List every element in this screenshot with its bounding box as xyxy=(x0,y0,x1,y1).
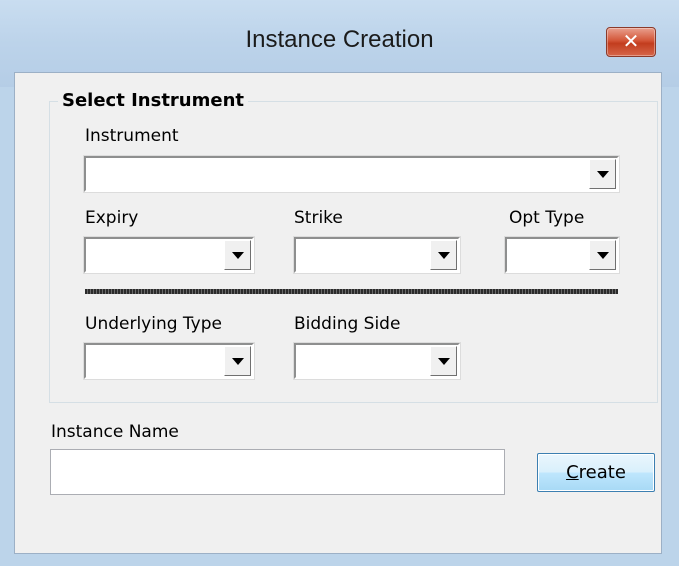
underlying-type-label: Underlying Type xyxy=(85,314,222,334)
opt-type-dropdown-button[interactable] xyxy=(589,240,616,270)
instrument-dropdown-button[interactable] xyxy=(589,159,616,189)
close-icon: ✕ xyxy=(622,29,640,53)
expiry-dropdown[interactable] xyxy=(84,237,254,273)
instrument-dropdown[interactable] xyxy=(84,156,619,192)
create-mnemonic: C xyxy=(566,462,579,483)
window-title: Instance Creation xyxy=(245,26,434,53)
opt-type-dropdown[interactable] xyxy=(505,237,619,273)
group-title: Select Instrument xyxy=(58,90,248,111)
chevron-down-icon xyxy=(232,358,244,365)
opt-type-label: Opt Type xyxy=(509,208,585,228)
expiry-dropdown-button[interactable] xyxy=(224,240,251,270)
instance-creation-window: Instance Creation ✕ Select Instrument In… xyxy=(0,0,679,566)
chevron-down-icon xyxy=(232,252,244,259)
bidding-side-dropdown[interactable] xyxy=(294,343,460,379)
bidding-side-dropdown-button[interactable] xyxy=(430,346,457,376)
underlying-type-dropdown[interactable] xyxy=(84,343,254,379)
chevron-down-icon xyxy=(438,358,450,365)
expiry-label: Expiry xyxy=(85,208,139,228)
strike-label: Strike xyxy=(294,208,343,228)
chevron-down-icon xyxy=(438,252,450,259)
create-label: reate xyxy=(578,462,626,483)
close-button[interactable]: ✕ xyxy=(606,27,656,57)
create-button[interactable]: Create xyxy=(537,453,655,492)
instance-name-input[interactable] xyxy=(50,449,505,495)
instrument-label: Instrument xyxy=(85,126,179,146)
bidding-side-label: Bidding Side xyxy=(294,314,401,334)
chevron-down-icon xyxy=(597,171,609,178)
chevron-down-icon xyxy=(597,252,609,259)
section-divider xyxy=(85,289,618,294)
underlying-type-dropdown-button[interactable] xyxy=(224,346,251,376)
strike-dropdown[interactable] xyxy=(294,237,460,273)
strike-dropdown-button[interactable] xyxy=(430,240,457,270)
instance-name-label: Instance Name xyxy=(51,422,179,442)
